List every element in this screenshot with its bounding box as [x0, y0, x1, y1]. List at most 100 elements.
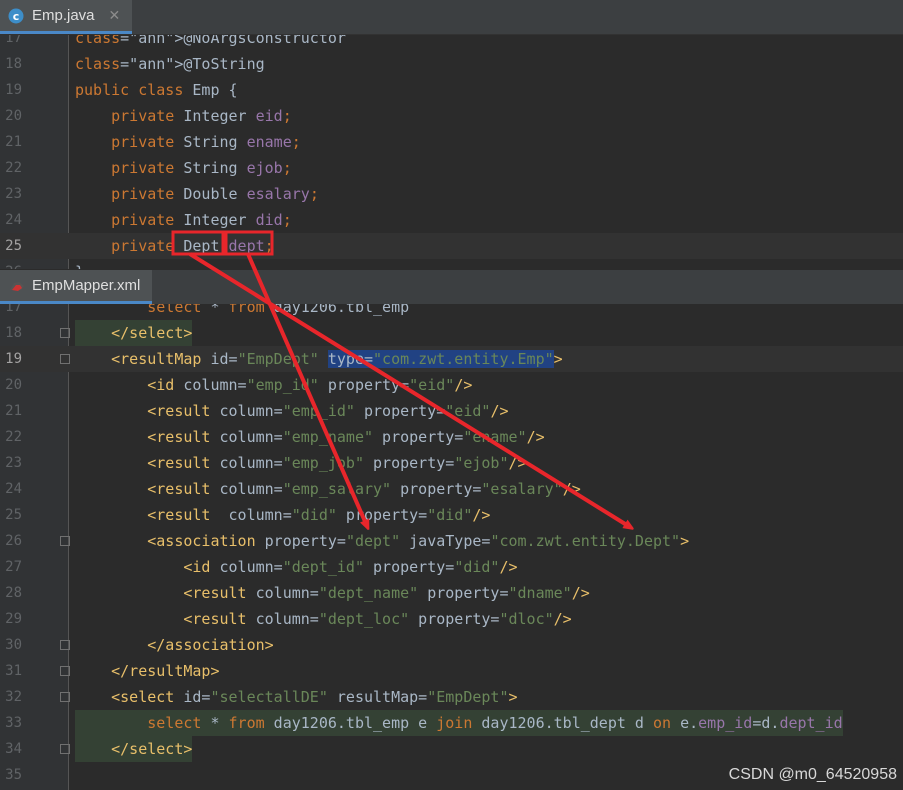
- mybatis-icon: [8, 278, 24, 294]
- tab-label: Emp.java: [32, 7, 95, 24]
- code-text: <result column="dept_loc" property="dloc…: [183, 610, 572, 628]
- tab-label: EmpMapper.xml: [32, 277, 141, 294]
- code-line[interactable]: 20 private Integer eid;: [0, 103, 903, 129]
- code-text: <result column="emp_salary" property="es…: [147, 480, 581, 498]
- java-editor[interactable]: 17 class="ann">@NoArgsConstructor 18 class=…: [0, 35, 903, 269]
- code-text: <resultMap id="EmpDept" type="com.zwt.en…: [111, 350, 563, 368]
- code-text: public class Emp {: [75, 81, 238, 99]
- line-number: 26: [0, 259, 22, 269]
- line-number: 35: [5, 767, 22, 783]
- svg-text:c: c: [13, 10, 20, 23]
- line-number: 20: [5, 377, 22, 393]
- code-text: </association>: [147, 636, 274, 654]
- line-number: 34: [5, 741, 22, 757]
- code-text: select * from day1206.tbl_emp: [147, 304, 410, 316]
- code-line[interactable]: 22 <result column="emp_name" property="e…: [0, 424, 903, 450]
- code-text: </select>: [75, 320, 193, 346]
- fold-marker-icon[interactable]: [60, 640, 70, 650]
- code-text: class="ann">@NoArgsConstructor: [75, 35, 346, 47]
- code-text: <result column="emp_id" property="eid"/>: [147, 402, 509, 420]
- line-number: 25: [5, 507, 22, 523]
- fold-marker-icon[interactable]: [60, 354, 70, 364]
- code-line[interactable]: 30 </association>: [0, 632, 903, 658]
- code-line[interactable]: 19 public class Emp {: [0, 77, 903, 103]
- code-line[interactable]: 28 <result column="dept_name" property="…: [0, 580, 903, 606]
- line-number: 17: [5, 304, 22, 315]
- code-text: private String ejob;: [111, 159, 292, 177]
- java-class-icon: c: [8, 8, 24, 24]
- line-number: 23: [5, 186, 22, 202]
- code-line[interactable]: 23 <result column="emp_job" property="ej…: [0, 450, 903, 476]
- code-line[interactable]: 27 <id column="dept_id" property="did"/>: [0, 554, 903, 580]
- line-number: 32: [5, 689, 22, 705]
- code-text: <result column="dept_name" property="dna…: [183, 584, 590, 602]
- code-text: <result column="emp_name" property="enam…: [147, 428, 545, 446]
- bottom-tab-bar: EmpMapper.xml: [0, 270, 903, 305]
- code-line[interactable]: 24 <result column="emp_salary" property=…: [0, 476, 903, 502]
- code-text: select * from day1206.tbl_emp e join day…: [75, 710, 843, 736]
- code-line[interactable]: 18 class="ann">@ToString: [0, 51, 903, 77]
- line-number: 25: [5, 238, 22, 254]
- code-line[interactable]: 17 select * from day1206.tbl_emp: [0, 304, 903, 320]
- code-text: </resultMap>: [111, 662, 220, 680]
- code-line[interactable]: 25 <result column="did" property="did"/>: [0, 502, 903, 528]
- code-text: <select id="selectallDE" resultMap="EmpD…: [111, 688, 518, 706]
- watermark: CSDN @m0_64520958: [728, 766, 897, 783]
- code-line[interactable]: 17 class="ann">@NoArgsConstructor: [0, 35, 903, 51]
- code-line[interactable]: 21 private String ename;: [0, 129, 903, 155]
- line-number: 19: [5, 82, 22, 98]
- code-text: }: [75, 259, 84, 269]
- code-line[interactable]: 18 </select>: [0, 320, 903, 346]
- code-line[interactable]: 33 select * from day1206.tbl_emp e join …: [0, 710, 903, 736]
- code-line[interactable]: 26 <association property="dept" javaType…: [0, 528, 903, 554]
- top-tab-bar: c Emp.java ✕: [0, 0, 903, 35]
- fold-marker-icon[interactable]: [60, 536, 70, 546]
- line-number: 22: [5, 429, 22, 445]
- code-text: <id column="emp_id" property="eid"/>: [147, 376, 473, 394]
- code-line[interactable]: 19 <resultMap id="EmpDept" type="com.zwt…: [0, 346, 903, 372]
- fold-marker-icon[interactable]: [60, 666, 70, 676]
- tab-emp-java[interactable]: c Emp.java ✕: [0, 0, 133, 34]
- line-number: 30: [5, 637, 22, 653]
- xml-editor[interactable]: 17 select * from day1206.tbl_emp 18 </sel…: [0, 304, 903, 790]
- code-line[interactable]: 20 <id column="emp_id" property="eid"/>: [0, 372, 903, 398]
- code-text: <result column="emp_job" property="ejob"…: [147, 454, 527, 472]
- code-text: private Integer did;: [111, 211, 292, 229]
- fold-marker-icon[interactable]: [60, 692, 70, 702]
- code-line[interactable]: 24 private Integer did;: [0, 207, 903, 233]
- line-number: 27: [5, 559, 22, 575]
- code-text: private String ename;: [111, 133, 301, 151]
- code-line[interactable]: 29 <result column="dept_loc" property="d…: [0, 606, 903, 632]
- line-number: 24: [5, 481, 22, 497]
- code-line[interactable]: 26}: [0, 259, 903, 269]
- line-number: 17: [5, 35, 22, 46]
- code-line[interactable]: 32 <select id="selectallDE" resultMap="E…: [0, 684, 903, 710]
- code-text: private Integer eid;: [111, 107, 292, 125]
- line-number: 18: [5, 325, 22, 341]
- code-line[interactable]: 23 private Double esalary;: [0, 181, 903, 207]
- fold-marker-icon[interactable]: [60, 744, 70, 754]
- fold-marker-icon[interactable]: [60, 328, 70, 338]
- code-line[interactable]: 31 </resultMap>: [0, 658, 903, 684]
- line-number: 29: [5, 611, 22, 627]
- line-number: 18: [5, 56, 22, 72]
- code-line[interactable]: 21 <result column="emp_id" property="eid…: [0, 398, 903, 424]
- code-text: class="ann">@ToString: [75, 55, 265, 73]
- line-number: 31: [5, 663, 22, 679]
- line-number: 19: [5, 351, 22, 367]
- line-number: 23: [5, 455, 22, 471]
- code-text: </select>: [75, 736, 193, 762]
- line-number: 20: [5, 108, 22, 124]
- code-line[interactable]: 22 private String ejob;: [0, 155, 903, 181]
- close-icon[interactable]: ✕: [109, 7, 121, 24]
- code-text: <association property="dept" javaType="c…: [147, 532, 690, 550]
- code-text: <result column="did" property="did"/>: [147, 506, 491, 524]
- code-text: private Double esalary;: [111, 185, 319, 203]
- tab-empmapper-xml[interactable]: EmpMapper.xml: [0, 270, 153, 304]
- code-line[interactable]: 25 private Dept dept;: [0, 233, 903, 259]
- line-number: 28: [5, 585, 22, 601]
- code-text: private Dept dept;: [111, 237, 274, 255]
- line-number: 21: [5, 134, 22, 150]
- line-number: 26: [5, 533, 22, 549]
- code-line[interactable]: 34 </select>: [0, 736, 903, 762]
